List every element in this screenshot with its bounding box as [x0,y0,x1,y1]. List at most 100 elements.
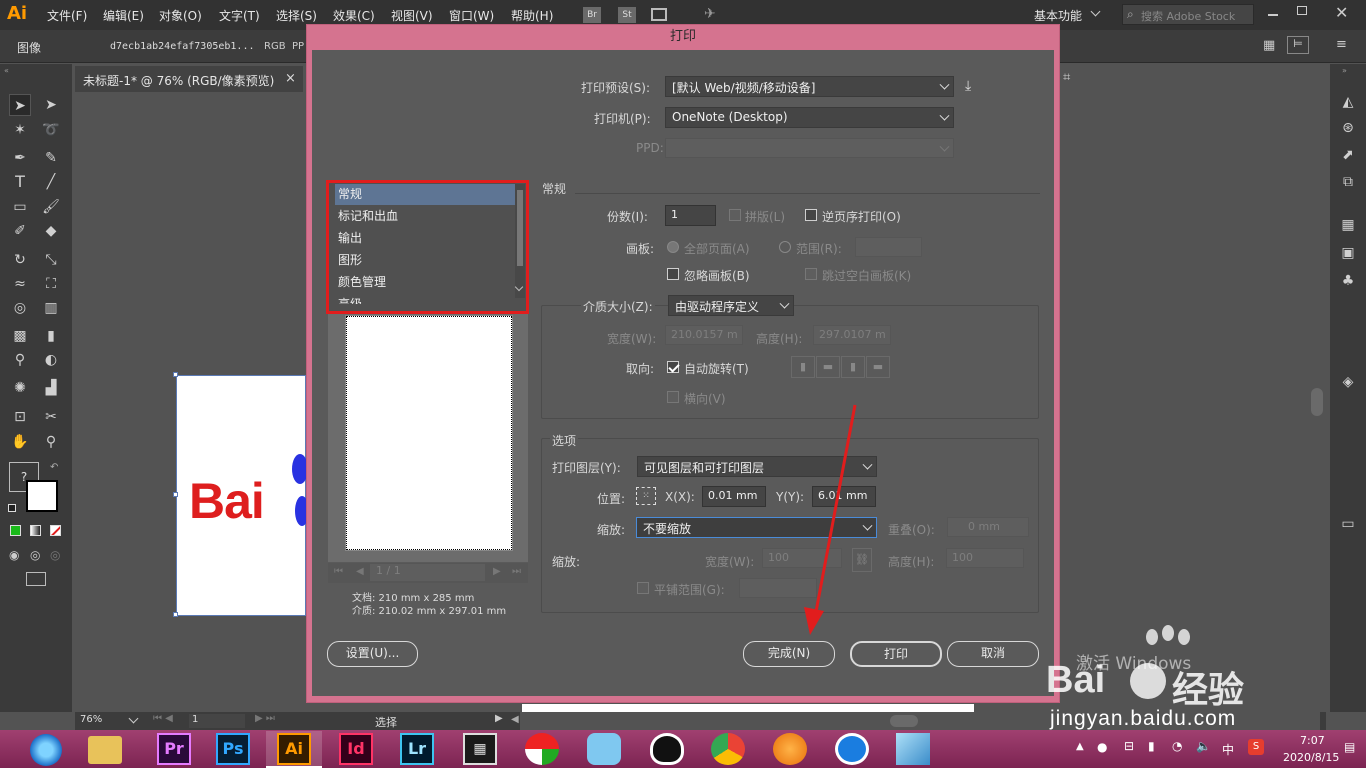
selection-tool-icon[interactable]: ➤ [9,94,31,116]
setup-button[interactable]: 设置(U)... [327,641,418,667]
next-page-icon[interactable]: ▶ [493,566,501,577]
slice-tool-icon[interactable]: ✂ [40,406,62,428]
transform-icon[interactable]: ⌗ [1063,70,1070,85]
menu-select[interactable]: 选择(S) [276,7,317,24]
qq-icon[interactable] [650,733,684,765]
reverse-order-checkbox[interactable] [805,209,817,221]
tray-overflow-icon[interactable]: ▲ [1076,741,1084,752]
draw-normal-icon[interactable]: ◉ [9,548,19,562]
none-mode-icon[interactable] [50,525,61,536]
tray-wifi-icon[interactable]: ◔ [1172,739,1182,753]
video-editor-icon[interactable]: ▦ [463,733,497,765]
color-mode-icon[interactable] [10,525,21,536]
artboard[interactable]: Bai [176,375,309,616]
stroke-color-swatch[interactable] [26,480,58,512]
menu-object[interactable]: 对象(O) [159,7,202,24]
symbol-sprayer-icon[interactable]: ✺ [9,377,31,399]
close-tab-icon[interactable]: × [285,71,296,86]
notification-icon[interactable]: ▤ [1344,740,1355,754]
umbrella-app-icon[interactable] [525,733,559,765]
category-graphics[interactable]: 图形 [335,250,515,271]
dock-collapse-icon[interactable]: » [1342,66,1347,75]
layers-icon[interactable]: ◈ [1337,371,1359,393]
menu-help[interactable]: 帮助(H) [511,7,553,24]
linked-file-name[interactable]: d7ecb1ab24efaf7305eb1... [110,41,255,52]
first-page-icon[interactable]: ⏮ [334,566,343,577]
category-output[interactable]: 输出 [335,228,515,249]
scroll-left-icon[interactable]: ◀ [511,714,519,725]
media-size-select[interactable]: 由驱动程序定义 [668,295,794,316]
printer-select[interactable]: OneNote (Desktop) [665,107,954,128]
category-marks-bleed[interactable]: 标记和出血 [335,206,515,227]
pen-tool-icon[interactable]: ✒ [9,147,31,169]
gradient-panel-icon[interactable]: ▭ [1337,513,1359,535]
eraser-icon[interactable]: ◆ [40,220,62,242]
vertical-scroll-thumb[interactable] [1311,388,1323,416]
position-grid-icon[interactable]: ⁙ [636,487,656,505]
artboard-next-icon[interactable]: ▶ ⏭ [255,713,275,724]
x-input[interactable]: 0.01 mm [702,486,766,507]
sogou-icon[interactable] [835,733,869,765]
file-explorer-icon[interactable] [88,736,122,764]
bridge-button[interactable]: Br [583,7,601,23]
premiere-icon[interactable]: Pr [157,733,191,765]
toolbox-collapse-icon[interactable]: « [4,66,9,75]
sogou-tray-icon[interactable]: S [1248,739,1264,755]
scroll-down-icon[interactable] [514,282,524,292]
arrange-documents-icon[interactable] [651,8,667,21]
page-number[interactable]: 1 / 1 [370,564,485,581]
category-advanced[interactable]: 高级 [335,294,515,304]
menu-type[interactable]: 文字(T) [219,7,260,24]
default-colors-icon[interactable] [8,504,16,512]
document-tab[interactable]: 未标题-1* @ 76% (RGB/像素预览) × [75,66,303,92]
column-graph-icon[interactable]: ▟ [40,377,62,399]
free-transform-icon[interactable]: ⛶ [40,273,62,295]
export-icon[interactable]: ⬈ [1337,144,1359,166]
category-color-management[interactable]: 颜色管理 [335,272,515,293]
auto-rotate-checkbox[interactable] [667,361,679,373]
close-icon[interactable]: ✕ [1335,3,1348,22]
status-menu-icon[interactable]: ▶ [495,713,503,724]
artboard-prev-icon[interactable]: ⏮ ◀ [153,713,173,724]
scale-tool-icon[interactable]: ⤡ [40,249,62,271]
preset-select[interactable]: [默认 Web/视频/移动设备] [665,76,954,97]
hand-tool-icon[interactable]: ✋ [9,431,31,453]
illustrator-icon[interactable]: Ai [277,733,311,765]
photoshop-icon[interactable]: Ps [216,733,250,765]
symbols-icon[interactable]: ♣ [1337,270,1359,292]
lasso-icon[interactable]: ➰ [40,119,62,141]
gpu-performance-icon[interactable]: ✈ [704,6,716,22]
shaper-tool-icon[interactable]: ✐ [9,220,31,242]
color-guide-icon[interactable]: ◭ [1337,91,1359,113]
draw-behind-icon[interactable]: ◎ [30,548,40,562]
distribute-icon[interactable]: ⊨ [1287,36,1309,54]
prev-page-icon[interactable]: ◀ [356,566,364,577]
gradient-mode-icon[interactable] [30,525,41,536]
draw-inside-icon[interactable]: ◎ [50,548,60,562]
swatch-panel-icon[interactable]: ▣ [1337,242,1359,264]
minimize-button[interactable] [1268,14,1278,16]
last-page-icon[interactable]: ⏭ [512,566,521,577]
gradient-tool-icon[interactable]: ▮ [40,325,62,347]
clock-date[interactable]: 2020/8/15 [1283,751,1339,764]
scroll-thumb[interactable] [890,715,918,727]
category-list[interactable]: 常规 标记和出血 输出 图形 颜色管理 高级 [326,180,529,314]
stock-search-field[interactable]: ⌕ 搜索 Adobe Stock [1122,4,1254,25]
ignore-artboards-checkbox[interactable] [667,268,679,280]
artboard-number[interactable]: 1 [189,714,245,728]
tray-volume-icon[interactable]: 🔈 [1196,739,1211,753]
zoom-tool-icon[interactable]: ⚲ [40,431,62,453]
swap-colors-icon[interactable]: ↶ [50,462,58,473]
width-tool-icon[interactable]: ≈ [9,273,31,295]
menu-effect[interactable]: 效果(C) [333,7,375,24]
perspective-grid-icon[interactable]: ▥ [40,297,62,319]
magic-wand-icon[interactable]: ✶ [9,119,31,141]
grid-panel-icon[interactable]: ▦ [1337,214,1359,236]
zoom-level[interactable]: 76% [80,714,102,725]
category-general[interactable]: 常规 [335,184,515,205]
clock-time[interactable]: 7:07 [1300,734,1325,747]
menu-file[interactable]: 文件(F) [47,7,87,24]
bird-app-icon[interactable] [587,733,621,765]
curvature-tool-icon[interactable]: ✎ [40,147,62,169]
indesign-icon[interactable]: Id [339,733,373,765]
